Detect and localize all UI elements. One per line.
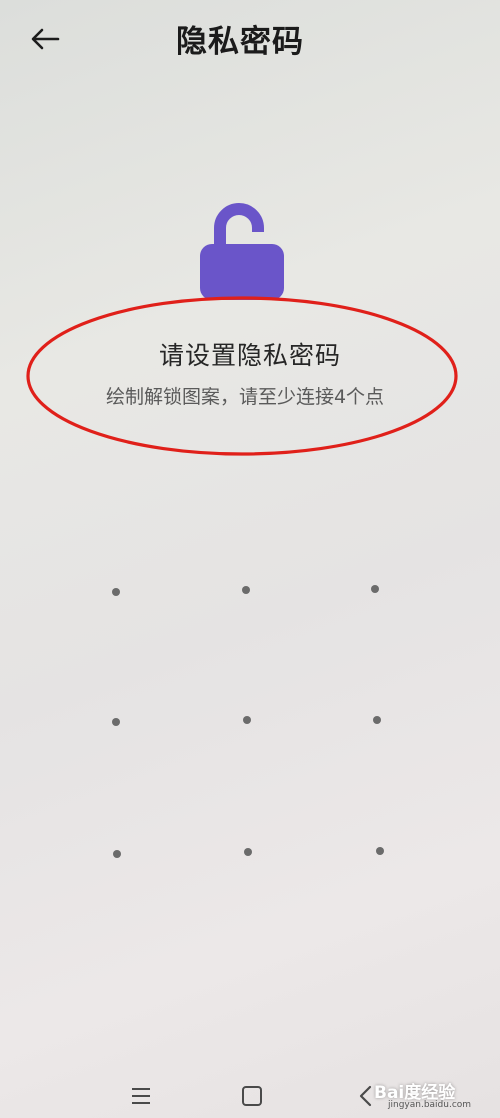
page-title: 隐私密码 — [176, 24, 304, 60]
pattern-dot-7[interactable] — [113, 850, 121, 858]
red-annotation-ellipse — [26, 296, 458, 456]
home-square-icon — [242, 1086, 262, 1106]
baidu-jingyan-watermark: Bai度经验 jingyan.baidu.com — [374, 1078, 492, 1112]
watermark-url: jingyan.baidu.com — [388, 1100, 472, 1110]
pattern-dot-1[interactable] — [112, 588, 120, 596]
pattern-dot-6[interactable] — [373, 716, 381, 724]
system-nav-bar: Bai度经验 jingyan.baidu.com — [0, 1068, 500, 1118]
pattern-lock-grid[interactable] — [80, 555, 420, 895]
header: 隐私密码 — [0, 0, 500, 80]
pattern-dot-2[interactable] — [242, 586, 250, 594]
home-button[interactable] — [238, 1082, 266, 1110]
unlocked-padlock-icon — [196, 198, 288, 304]
pattern-dot-4[interactable] — [112, 718, 120, 726]
pattern-dot-3[interactable] — [371, 585, 379, 593]
menu-icon — [132, 1088, 150, 1104]
recent-apps-button[interactable] — [127, 1082, 155, 1110]
pattern-dot-8[interactable] — [244, 848, 252, 856]
pattern-dot-9[interactable] — [376, 847, 384, 855]
pattern-dot-5[interactable] — [243, 716, 251, 724]
